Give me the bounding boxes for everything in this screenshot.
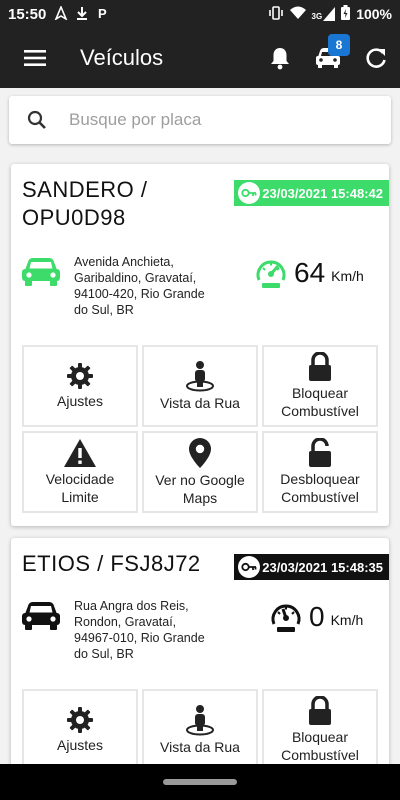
vehicle-count-badge: 8 [328, 34, 350, 56]
download-icon [76, 6, 88, 23]
vehicle-plate: OPU0D98 [22, 205, 126, 230]
street-view-action[interactable]: Vista da Rua [142, 689, 258, 771]
vehicles-button[interactable]: 8 [304, 28, 352, 88]
search-icon [9, 110, 65, 130]
action-label: Vista da Rua [160, 739, 240, 755]
refresh-button[interactable] [352, 28, 400, 88]
gear-icon [67, 707, 93, 733]
action-label: Velocidade [45, 471, 115, 487]
last-update-badge: 23/03/2021 15:48:35 [234, 554, 389, 580]
wifi-icon [289, 6, 306, 23]
address-line: Rua Angra dos Reis, [74, 599, 189, 613]
address-line: Garibaldino, Gravataí, [74, 271, 197, 285]
vehicle-actions: Ajustes Vista da Rua Bloquear Combustíve… [22, 345, 378, 513]
action-label: Ver no Google [155, 472, 245, 488]
menu-button[interactable] [0, 28, 70, 88]
battery-icon [341, 5, 351, 23]
action-label: Maps [182, 490, 218, 506]
search-bar [9, 96, 391, 144]
vehicle-card[interactable]: ETIOS / FSJ8J72 23/03/2021 15:48:35 Rua … [11, 538, 389, 778]
address-line: do Sul, BR [74, 647, 134, 661]
map-pin-icon [189, 438, 211, 468]
navigation-icon [54, 4, 69, 23]
street-view-action[interactable]: Vista da Rua [142, 345, 258, 427]
address-line: 94100-420, Rio Grande [74, 287, 205, 301]
settings-action[interactable]: Ajustes [22, 689, 138, 771]
status-bar: 15:50 P 3G 100% [0, 0, 400, 28]
vehicle-name: SANDERO / OPU0D98 [22, 176, 148, 232]
last-update-time: 23/03/2021 15:48:42 [262, 185, 383, 201]
action-label: Combustível [281, 489, 359, 505]
refresh-icon [366, 48, 386, 68]
unlock-icon [309, 438, 331, 467]
action-label: Ajustes [57, 393, 103, 409]
key-icon [238, 182, 261, 204]
vehicle-status-car-icon [20, 256, 62, 293]
signal-icon: 3G [312, 7, 336, 21]
vehicle-address: Rua Angra dos Reis, Rondon, Gravataí, 94… [74, 598, 219, 662]
page-title: Veículos [80, 45, 164, 70]
status-time: 15:50 [8, 5, 47, 23]
warning-icon [64, 439, 96, 467]
action-label: Vista da Rua [160, 395, 240, 411]
last-update-time: 23/03/2021 15:48:35 [262, 559, 383, 575]
battery-level: 100% [356, 6, 392, 22]
speed-unit: Km/h [330, 612, 364, 628]
bell-icon [271, 48, 289, 70]
app-bar: Veículos 8 [0, 28, 400, 88]
vehicle-address: Avenida Anchieta, Garibaldino, Gravataí,… [74, 254, 219, 318]
speed-limit-action[interactable]: Velocidade Limite [22, 431, 138, 513]
street-view-icon [186, 361, 214, 392]
vehicle-status-car-icon [20, 600, 62, 637]
action-label: Limite [61, 489, 99, 505]
key-icon [238, 556, 261, 578]
network-type: 3G [311, 12, 323, 21]
action-label: Bloquear [291, 729, 349, 745]
lock-icon [309, 352, 331, 381]
home-gesture-handle[interactable] [163, 779, 237, 785]
hamburger-icon [24, 50, 46, 66]
speed-value: 0 [309, 601, 325, 632]
block-fuel-action[interactable]: Bloquear Combustível [262, 345, 378, 427]
notifications-button[interactable] [256, 28, 304, 88]
speed-display: 0 Km/h [269, 600, 363, 634]
last-update-badge: 23/03/2021 15:48:42 [234, 180, 389, 206]
address-line: 94967-010, Rio Grande [74, 631, 205, 645]
address-line: Avenida Anchieta, [74, 255, 174, 269]
vehicle-name-line: SANDERO / [22, 177, 148, 202]
vibrate-icon [268, 5, 284, 23]
action-label: Combustível [281, 403, 359, 419]
action-label: Ajustes [57, 737, 103, 753]
block-fuel-action[interactable]: Bloquear Combustível [262, 689, 378, 771]
speed-value: 64 [294, 257, 326, 288]
action-label: Bloquear [291, 385, 349, 401]
google-maps-action[interactable]: Ver no Google Maps [142, 431, 258, 513]
address-line: Rondon, Gravataí, [74, 615, 177, 629]
vehicle-name: ETIOS / FSJ8J72 [22, 551, 201, 576]
vehicle-card[interactable]: SANDERO / OPU0D98 23/03/2021 15:48:42 Av… [11, 164, 389, 526]
street-view-icon [186, 705, 214, 736]
vehicle-actions: Ajustes Vista da Rua Bloquear Combustíve… [22, 689, 378, 771]
lock-icon [309, 696, 331, 725]
parking-icon: P [96, 6, 110, 23]
gear-icon [67, 363, 93, 389]
action-label: Combustível [281, 747, 359, 763]
speed-display: 64 Km/h [254, 256, 364, 290]
settings-action[interactable]: Ajustes [22, 345, 138, 427]
action-label: Desbloquear [280, 471, 360, 487]
plate-search-input[interactable] [69, 110, 369, 130]
speed-unit: Km/h [331, 268, 364, 284]
speedometer-icon [271, 604, 301, 632]
system-navigation-bar [0, 764, 400, 800]
speedometer-icon [256, 260, 286, 288]
svg-text:P: P [98, 6, 107, 20]
address-line: do Sul, BR [74, 303, 134, 317]
unblock-fuel-action[interactable]: Desbloquear Combustível [262, 431, 378, 513]
